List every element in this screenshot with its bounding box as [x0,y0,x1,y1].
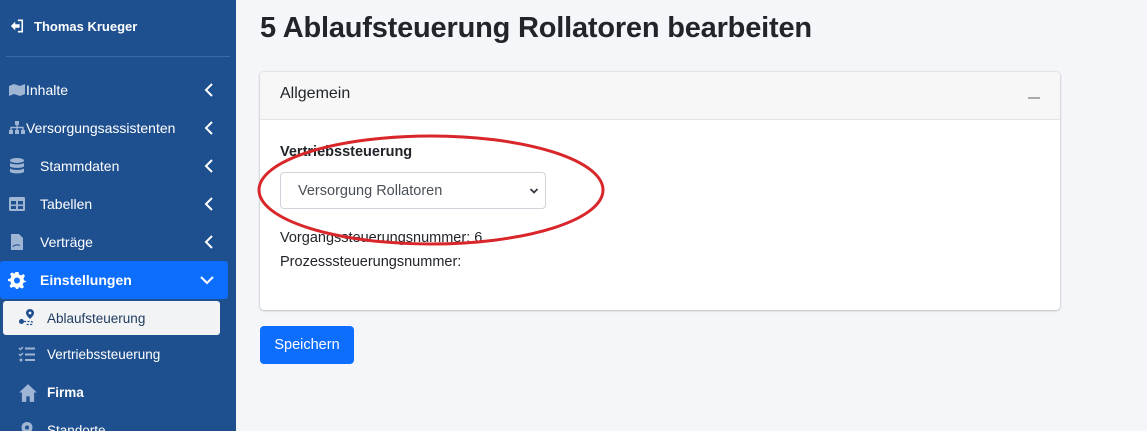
vertriebssteuerung-label: Vertriebssteuerung [280,144,413,160]
logout-icon[interactable] [10,19,24,33]
chevron-down-icon [200,276,214,285]
sidebar-item-vertraege[interactable]: Verträge [0,223,236,261]
user-panel[interactable]: Thomas Krueger [10,16,137,36]
contract-icon [11,234,23,250]
sidebar-item-label: Vertriebssteuerung [47,346,161,362]
page-title: 5 Ablaufsteuerung Rollatoren bearbeiten [260,12,812,44]
prozesssteuerungsnummer-text: Prozesssteuerungsnummer: [280,254,462,270]
home-icon [19,384,37,402]
sitemap-icon [9,121,25,134]
user-name[interactable]: Thomas Krueger [34,19,137,34]
chevron-left-icon [204,197,213,211]
card-title: Allgemein [280,85,351,102]
table-icon [9,197,25,211]
chevron-left-icon [204,83,213,97]
vorgangssteuerungsnummer-text: Vorgangssteuerungsnummer: 6 [280,230,483,246]
card-header: Allgemein [260,72,1060,120]
sidebar-item-label: Standorte [47,422,106,431]
collapse-button[interactable] [1024,85,1044,105]
sidebar-item-label: Einstellungen [40,272,132,288]
select-value: Versorgung Rollatoren [298,182,443,199]
general-card: Allgemein Vertriebssteuerung Versorgung … [260,72,1060,310]
vertriebssteuerung-select[interactable]: Versorgung Rollatoren [280,172,546,209]
sidebar-item-inhalte[interactable]: Inhalte [0,71,236,109]
database-icon [10,158,24,174]
sidebar-item-tabellen[interactable]: Tabellen [0,185,236,223]
sidebar-item-label: Inhalte [26,82,69,98]
sidebar-subitem-firma[interactable]: Firma [0,373,236,411]
sidebar-item-stammdaten[interactable]: Stammdaten [0,147,236,185]
sidebar-item-versorgungsassistenten[interactable]: Versorgungsassistenten [0,109,236,147]
sidebar-subitem-standorte[interactable]: Standorte [0,411,236,431]
location-pin-icon [21,422,33,431]
sidebar-item-label: Versorgungsassistenten [26,120,176,136]
minus-icon [1028,97,1040,99]
gear-icon [8,272,26,289]
checklist-icon [18,346,35,362]
sidebar-item-label: Firma [47,384,84,400]
chevron-left-icon [204,121,213,135]
chevron-left-icon [204,235,213,249]
sidebar-item-label: Ablaufsteuerung [47,310,146,326]
sidebar-nav: Inhalte Versorgungsassistenten Stammdate… [0,71,236,431]
save-button[interactable]: Speichern [260,326,354,364]
sidebar-item-einstellungen[interactable]: Einstellungen [0,261,228,299]
chevron-left-icon [204,159,213,173]
sidebar-subitem-ablaufsteuerung[interactable]: Ablaufsteuerung [3,301,220,335]
sidebar: Thomas Krueger Inhalte Versorgungsassist… [0,0,236,431]
chevron-down-icon [529,188,539,194]
map-icon [9,84,25,96]
route-pin-icon [19,309,34,326]
sidebar-item-label: Tabellen [40,196,93,212]
sidebar-subitem-vertriebssteuerung[interactable]: Vertriebssteuerung [0,335,236,373]
sidebar-item-label: Verträge [40,234,93,250]
sidebar-item-label: Stammdaten [40,158,120,174]
sidebar-divider [6,56,230,57]
